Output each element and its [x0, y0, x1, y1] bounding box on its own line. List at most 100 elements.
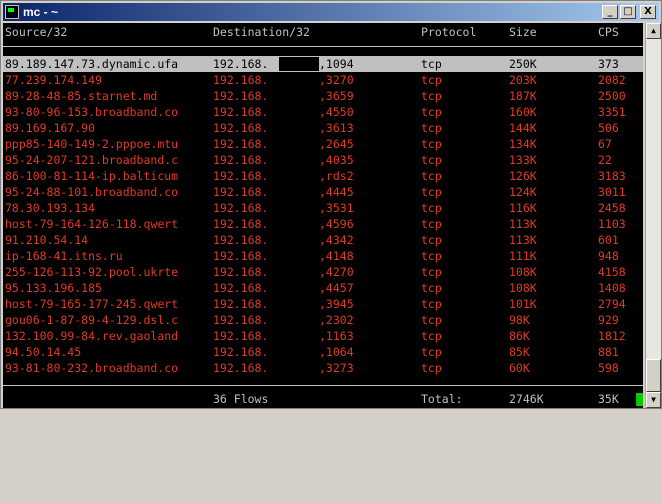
table-row[interactable]: ppp85-140-149-2.pppoe.mtu 192.168. tcp 134K… — [3, 136, 643, 152]
total-label: Total: — [421, 392, 463, 406]
source-cell: 94.50.14.45 — [5, 345, 82, 359]
size-cell: 160K — [509, 105, 537, 119]
redacted-block — [279, 185, 319, 199]
protocol-cell: tcp — [421, 329, 442, 343]
vertical-scrollbar[interactable]: ▲ ▼ — [645, 23, 661, 408]
source-cell: 77.239.174.149 — [5, 73, 102, 87]
table-row[interactable]: 89-28-48-85.starnet.md 192.168. tcp 187K 250… — [3, 88, 643, 104]
table-row[interactable]: 132.100.99-84.rev.gaoland 192.168. tcp 86K 1… — [3, 328, 643, 344]
source-cell: 93-81-80-232.broadband.co — [5, 361, 179, 375]
protocol-cell: tcp — [421, 153, 442, 167]
scroll-up-arrow-icon[interactable]: ▲ — [646, 23, 661, 39]
source-cell: 91.210.54.14 — [5, 233, 89, 247]
minimize-button[interactable]: _ — [602, 5, 618, 19]
source-cell: 132.100.99-84.rev.gaoland — [5, 329, 179, 343]
source-cell: ppp85-140-149-2.pppoe.mtu — [5, 137, 179, 151]
terminal-area[interactable]: Source/32 Destination/32 Protocol Size C… — [3, 23, 643, 408]
cps-cell: 948 — [598, 249, 619, 263]
table-row[interactable]: 77.239.174.149 192.168. tcp 203K 2082,3270 — [3, 72, 643, 88]
table-row[interactable]: 93-80-96-153.broadband.co 192.168. tcp 160K… — [3, 104, 643, 120]
close-button[interactable]: X — [640, 5, 656, 19]
source-cell: 89.189.147.73.dynamic.ufa — [5, 57, 179, 71]
table-row[interactable]: 89.189.147.73.dynamic.ufa 192.168. tcp 250K… — [3, 56, 643, 72]
redacted-block — [279, 57, 319, 71]
protocol-cell: tcp — [421, 249, 442, 263]
header-source: Source/32 — [5, 25, 68, 39]
total-size: 2746K — [509, 392, 544, 406]
table-row[interactable]: ip-168-41.itns.ru 192.168. tcp 111K 948,4148 — [3, 248, 643, 264]
table-row[interactable]: 91.210.54.14 192.168. tcp 113K 601,4342 — [3, 232, 643, 248]
cps-cell: 2458 — [598, 201, 626, 215]
size-cell: 187K — [509, 89, 537, 103]
cps-cell: 506 — [598, 121, 619, 135]
protocol-cell: tcp — [421, 201, 442, 215]
redacted-block — [279, 137, 319, 151]
cps-cell: 22 — [598, 153, 612, 167]
size-cell: 124K — [509, 185, 537, 199]
redacted-block — [279, 281, 319, 295]
source-cell: 95-24-88-101.broadband.co — [5, 185, 179, 199]
protocol-cell: tcp — [421, 297, 442, 311]
size-cell: 134K — [509, 137, 537, 151]
protocol-cell: tcp — [421, 361, 442, 375]
table-row[interactable]: 95-24-207-121.broadband.c 192.168. tcp 133K… — [3, 152, 643, 168]
table-row[interactable]: gou06-1-87-89-4-129.dsl.c 192.168. tcp 98K 9… — [3, 312, 643, 328]
protocol-cell: tcp — [421, 281, 442, 295]
table-row[interactable]: 255-126-113-92.pool.ukrte 192.168. tcp 108K… — [3, 264, 643, 280]
port-cell: ,4035 — [319, 153, 354, 167]
cps-cell: 601 — [598, 233, 619, 247]
redacted-block — [279, 169, 319, 183]
header-protocol: Protocol — [421, 25, 477, 39]
cps-cell: 2082 — [598, 73, 626, 87]
protocol-cell: tcp — [421, 121, 442, 135]
port-cell: ,3273 — [319, 361, 354, 375]
size-cell: 113K — [509, 217, 537, 231]
size-cell: 126K — [509, 169, 537, 183]
table-row[interactable]: 78.30.193.134 192.168. tcp 116K 2458,3531 — [3, 200, 643, 216]
size-cell: 116K — [509, 201, 537, 215]
table-row[interactable]: host-79-164-126-118.qwert 192.168. tcp 113K… — [3, 216, 643, 232]
cps-cell: 3011 — [598, 185, 626, 199]
title-bar[interactable]: mc - ~ _ □ X — [3, 3, 659, 21]
redacted-block — [279, 249, 319, 263]
port-cell: ,rds2 — [319, 169, 354, 183]
source-cell: ip-168-41.itns.ru — [5, 249, 123, 263]
cps-cell: 881 — [598, 345, 619, 359]
cps-cell: 3351 — [598, 105, 626, 119]
size-cell: 98K — [509, 313, 530, 327]
protocol-cell: tcp — [421, 233, 442, 247]
source-cell: 255-126-113-92.pool.ukrte — [5, 265, 179, 279]
port-cell: ,4342 — [319, 233, 354, 247]
size-cell: 101K — [509, 297, 537, 311]
source-cell: gou06-1-87-89-4-129.dsl.c — [5, 313, 179, 327]
footer-row: 36 Flows Total: 2746K 35K — [3, 391, 643, 407]
table-row[interactable]: 89.169.167.90 192.168. tcp 144K 506,3613 — [3, 120, 643, 136]
table-row[interactable]: 94.50.14.45 192.168. tcp 85K 881,1064 — [3, 344, 643, 360]
cps-cell: 2500 — [598, 89, 626, 103]
table-row[interactable]: 95.133.196.185 192.168. tcp 108K 1408,4457 — [3, 280, 643, 296]
table-row[interactable]: host-79-165-177-245.qwert 192.168. tcp 101K… — [3, 296, 643, 312]
redacted-block — [279, 121, 319, 135]
scroll-down-arrow-icon[interactable]: ▼ — [646, 392, 661, 408]
source-cell: 93-80-96-153.broadband.co — [5, 105, 179, 119]
port-cell: ,4596 — [319, 217, 354, 231]
port-cell: ,4148 — [319, 249, 354, 263]
redacted-block — [279, 313, 319, 327]
window-title: mc - ~ — [23, 5, 59, 19]
table-row[interactable]: 95-24-88-101.broadband.co 192.168. tcp 124K… — [3, 184, 643, 200]
redacted-block — [279, 297, 319, 311]
scrollbar-thumb[interactable] — [646, 359, 661, 392]
header-destination: Destination/32 — [213, 25, 310, 39]
maximize-button[interactable]: □ — [620, 5, 636, 19]
cps-cell: 1103 — [598, 217, 626, 231]
port-cell: ,4550 — [319, 105, 354, 119]
terminal-cursor — [636, 393, 643, 406]
size-cell: 85K — [509, 345, 530, 359]
footer-separator — [3, 385, 643, 386]
table-row[interactable]: 93-81-80-232.broadband.co 192.168. tcp 60K 5… — [3, 360, 643, 376]
cps-cell: 1812 — [598, 329, 626, 343]
size-cell: 108K — [509, 281, 537, 295]
table-row[interactable]: 86-100-81-114-ip.balticum 192.168. tcp 126K… — [3, 168, 643, 184]
port-cell: ,4445 — [319, 185, 354, 199]
protocol-cell: tcp — [421, 137, 442, 151]
